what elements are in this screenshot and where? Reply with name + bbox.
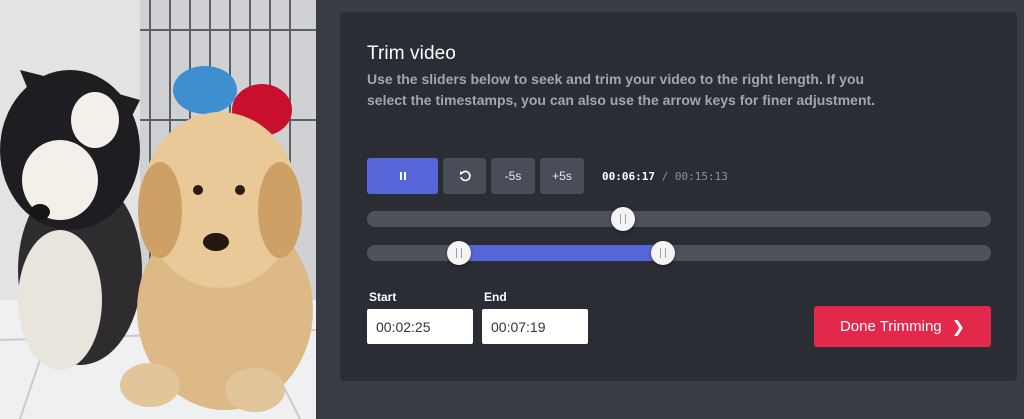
time-readout: 00:06:17 / 00:15:13 bbox=[602, 170, 728, 183]
start-label: Start bbox=[369, 290, 397, 304]
end-time-field[interactable] bbox=[482, 309, 588, 344]
pause-icon bbox=[399, 172, 406, 180]
seek-handle[interactable] bbox=[610, 207, 635, 231]
start-time-field[interactable] bbox=[367, 309, 473, 344]
restart-icon bbox=[459, 170, 471, 182]
time-separator: / bbox=[661, 170, 669, 183]
done-trimming-label: Done Trimming bbox=[839, 318, 942, 335]
seek-track[interactable] bbox=[367, 207, 991, 231]
end-label: End bbox=[484, 290, 507, 304]
pause-button[interactable] bbox=[367, 158, 438, 194]
panel-description: Use the sliders below to seek and trim y… bbox=[367, 71, 876, 108]
back-5s-button[interactable]: -5s bbox=[491, 158, 535, 194]
current-time: 00:06:17 bbox=[602, 170, 655, 183]
trim-track[interactable] bbox=[367, 241, 991, 265]
forward-5s-button[interactable]: +5s bbox=[540, 158, 584, 194]
trim-range-fill bbox=[459, 245, 664, 261]
panel-title: Trim video bbox=[367, 43, 456, 64]
restart-button[interactable] bbox=[443, 158, 486, 194]
done-trimming-button[interactable]: Done Trimming ❯ bbox=[814, 306, 991, 347]
trim-panel: Trim video Use the sliders below to seek… bbox=[340, 12, 1017, 381]
total-time: 00:15:13 bbox=[674, 170, 728, 183]
trim-start-handle[interactable] bbox=[447, 241, 472, 265]
trim-end-handle[interactable] bbox=[651, 241, 676, 265]
chevron-right-icon: ❯ bbox=[951, 318, 966, 336]
video-frame bbox=[0, 0, 316, 419]
video-preview bbox=[0, 0, 316, 419]
